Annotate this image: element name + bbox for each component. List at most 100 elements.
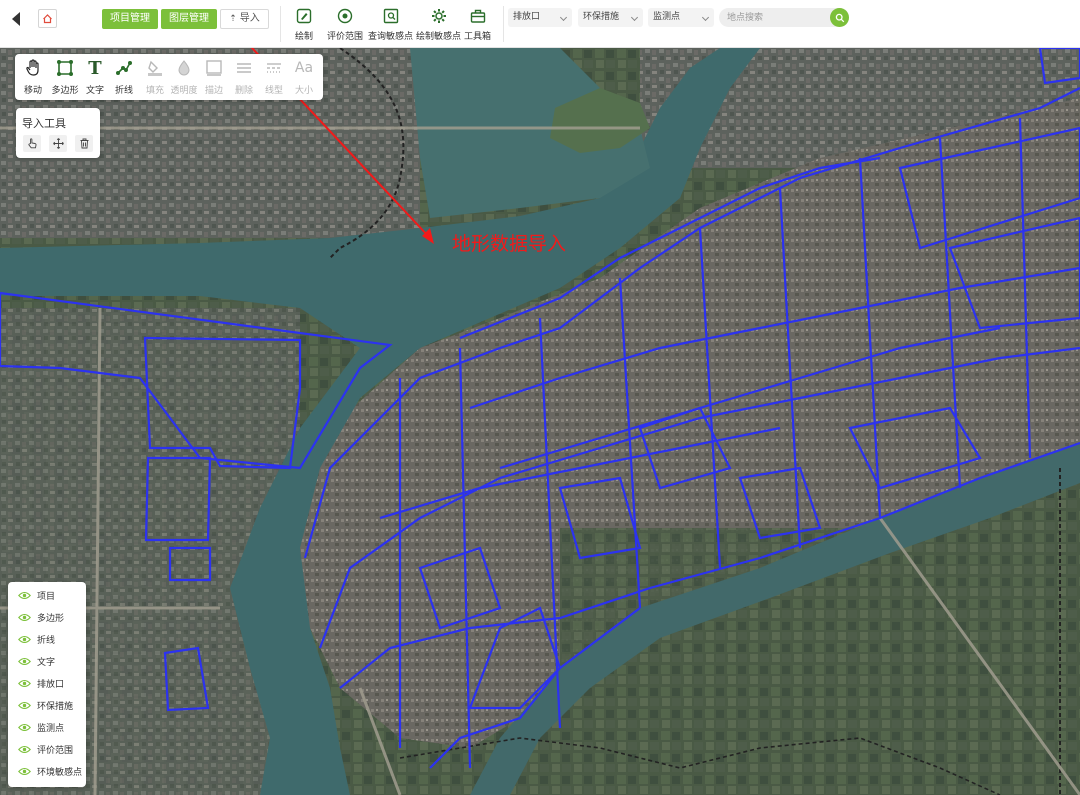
layer-label: 文字: [37, 657, 56, 668]
search-button[interactable]: [830, 8, 849, 27]
draw-sensitive-point-tool[interactable]: 绘制敏感点: [416, 6, 461, 42]
pointer-button[interactable]: [23, 135, 41, 152]
fill-icon: [145, 58, 165, 78]
eye-icon[interactable]: [18, 656, 31, 666]
terrain-import-annotation: 地形数据导入: [452, 233, 567, 255]
pointer-icon: [27, 138, 36, 149]
chevron-down-icon: [701, 13, 710, 22]
project-management-button[interactable]: 项目管理: [102, 9, 158, 29]
eye-icon[interactable]: [18, 744, 31, 754]
hand-icon: [23, 58, 43, 78]
home-button[interactable]: [38, 9, 57, 28]
stroke-icon: [204, 58, 224, 78]
layer-label: 项目: [37, 591, 56, 602]
monitoring-point-select-value: 监测点: [653, 12, 681, 22]
outfall-select-value: 排放口: [513, 12, 541, 22]
delete-tool-label: 删除: [234, 86, 253, 96]
draw-sensitive-point-label: 绘制敏感点: [416, 32, 462, 42]
fill-tool[interactable]: 填充: [140, 58, 170, 96]
chevron-down-icon: [559, 13, 568, 22]
line-type-tool[interactable]: 线型: [259, 58, 289, 96]
move-tool-label: 移动: [23, 86, 42, 96]
polygon-icon: [55, 58, 75, 78]
stroke-tool-label: 描边: [204, 86, 223, 96]
pen-icon: [294, 6, 314, 26]
layer-management-button[interactable]: 图层管理: [161, 9, 217, 29]
delete-tool[interactable]: 删除: [229, 58, 259, 96]
monitoring-point-select[interactable]: 监测点: [648, 8, 714, 27]
font-size-tool[interactable]: Aa 大小: [289, 58, 319, 96]
layer-item-polygon[interactable]: 多边形: [8, 607, 86, 627]
polyline-icon: [114, 58, 134, 78]
polygon-tool[interactable]: 多边形: [50, 58, 80, 96]
outfall-select[interactable]: 排放口: [508, 8, 572, 27]
eye-icon[interactable]: [18, 678, 31, 688]
text-tool[interactable]: T 文字: [80, 57, 110, 97]
query-icon: [381, 6, 401, 26]
font-size-icon: Aa: [294, 60, 314, 76]
import-tool-panel: 导入工具: [16, 108, 100, 158]
location-search: [719, 8, 849, 27]
layer-label: 折线: [37, 635, 56, 646]
back-arrow-icon[interactable]: [10, 10, 24, 28]
evaluation-range-tool[interactable]: 评价范围: [327, 6, 363, 42]
toolbar-divider: [503, 6, 504, 42]
polygon-tool-label: 多边形: [51, 86, 79, 96]
layer-item-evaluation-range[interactable]: 评价范围: [8, 739, 86, 759]
layer-item-env-measures[interactable]: 环保措施: [8, 695, 86, 715]
eye-icon[interactable]: [18, 766, 31, 776]
move-button[interactable]: [49, 135, 67, 152]
linetype-icon: [264, 58, 284, 78]
query-sensitive-point-label: 查询敏感点: [368, 32, 414, 42]
search-icon: [835, 13, 844, 22]
layer-label: 排放口: [37, 679, 65, 690]
text-icon: T: [88, 57, 102, 79]
toolbox-icon: [468, 6, 488, 26]
layer-item-polyline[interactable]: 折线: [8, 629, 86, 649]
layer-item-sensitive-point[interactable]: 环境敏感点: [8, 761, 86, 781]
env-measures-select[interactable]: 环保措施: [578, 8, 643, 27]
polyline-tool[interactable]: 折线: [109, 58, 139, 96]
eye-icon[interactable]: [18, 722, 31, 732]
upload-icon: ⇡: [229, 14, 240, 24]
layer-item-project[interactable]: 项目: [8, 585, 86, 605]
drawing-toolbox: 移动 多边形 T 文字 折线 填充 透明度 描边 删除 线型 Aa 大小: [15, 54, 323, 100]
trash-button[interactable]: [75, 135, 93, 152]
layer-item-text[interactable]: 文字: [8, 651, 86, 671]
opacity-tool[interactable]: 透明度: [169, 58, 199, 96]
import-button[interactable]: ⇡ 导入: [220, 9, 269, 29]
target-icon: [335, 6, 355, 26]
import-label: 导入: [239, 13, 260, 24]
move-tool[interactable]: 移动: [18, 58, 48, 96]
delete-lines-icon: [234, 58, 254, 78]
fill-tool-label: 填充: [145, 86, 164, 96]
map-canvas[interactable]: [0, 48, 1080, 795]
layer-label: 监测点: [37, 723, 65, 734]
env-measures-select-value: 环保措施: [583, 12, 620, 22]
eye-icon[interactable]: [18, 590, 31, 600]
opacity-icon: [174, 58, 194, 78]
search-input[interactable]: [719, 8, 827, 27]
evaluation-range-label: 评价范围: [327, 32, 364, 42]
layer-label: 环境敏感点: [37, 767, 83, 778]
eye-icon[interactable]: [18, 612, 31, 622]
font-size-tool-label: 大小: [294, 86, 313, 96]
text-tool-label: 文字: [85, 86, 104, 96]
import-tool-title: 导入工具: [22, 117, 66, 130]
opacity-tool-label: 透明度: [170, 86, 198, 96]
toolbox-tool[interactable]: 工具箱: [464, 6, 491, 42]
draw-tool[interactable]: 绘制: [294, 6, 314, 42]
layer-visibility-panel: 项目 多边形 折线 文字 排放口 环保措施 监测点 评价范围 环境敏感点: [8, 582, 86, 787]
stroke-tool[interactable]: 描边: [199, 58, 229, 96]
satellite-map[interactable]: [0, 48, 1080, 795]
toolbox-label: 工具箱: [464, 32, 492, 42]
trash-icon: [80, 138, 88, 149]
top-toolbar: 项目管理 图层管理 ⇡ 导入 绘制 评价范围 查询敏感点 绘制敏感点 工具箱 排…: [0, 0, 1080, 48]
eye-icon[interactable]: [18, 634, 31, 644]
eye-icon[interactable]: [18, 700, 31, 710]
layer-item-outfall[interactable]: 排放口: [8, 673, 86, 693]
query-sensitive-point-tool[interactable]: 查询敏感点: [368, 6, 413, 42]
layer-label: 多边形: [37, 613, 65, 624]
layer-item-monitoring-point[interactable]: 监测点: [8, 717, 86, 737]
draw-tool-label: 绘制: [294, 32, 313, 42]
